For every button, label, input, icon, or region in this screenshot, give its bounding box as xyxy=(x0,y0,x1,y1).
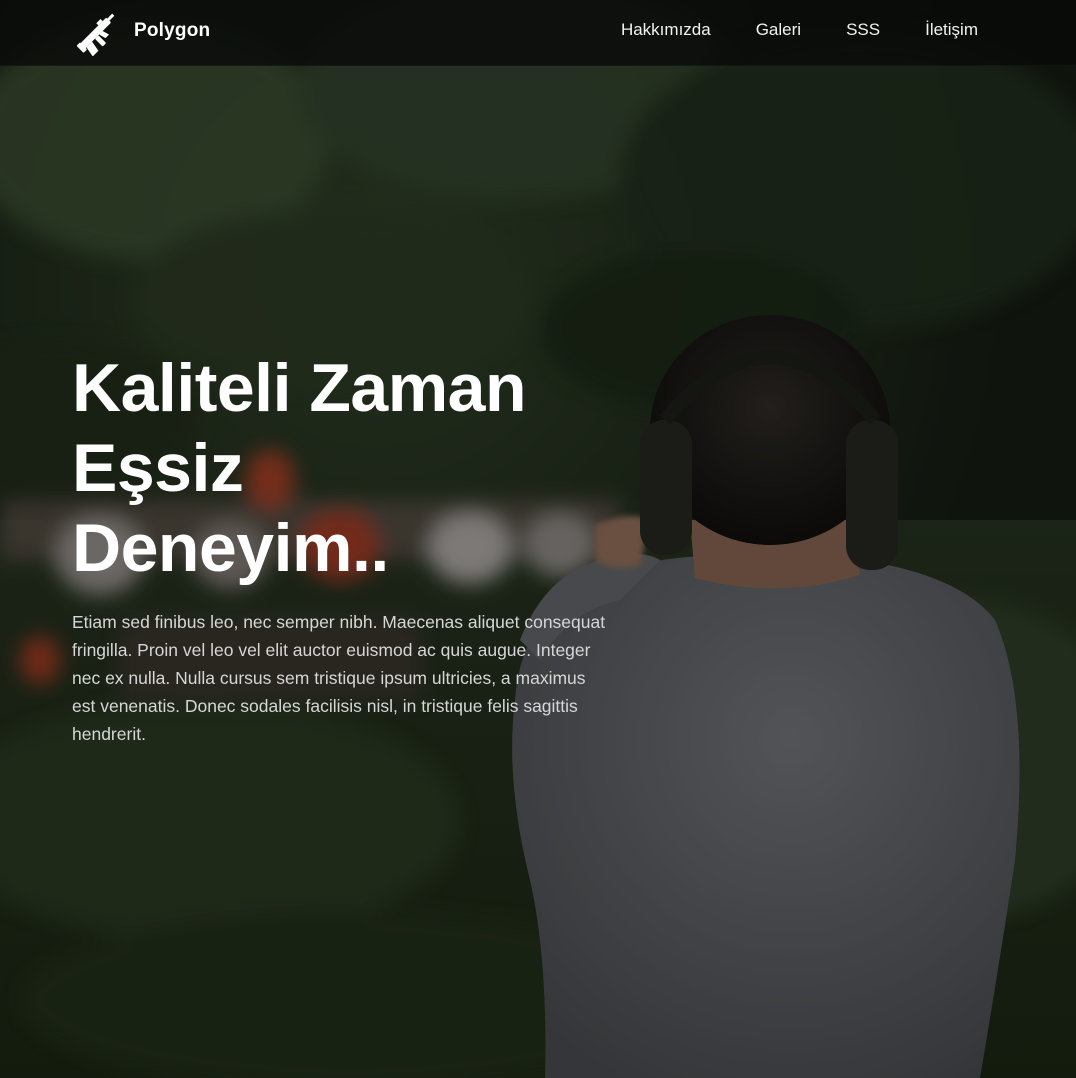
rifle-icon xyxy=(76,13,115,56)
hero-title-line-1: Kaliteli Zaman xyxy=(72,350,527,426)
brand-logo-link[interactable]: Polygon xyxy=(72,5,210,57)
nav-item-galeri[interactable]: Galeri xyxy=(756,20,801,40)
nav-item-hakkimizda[interactable]: Hakkımızda xyxy=(621,20,711,40)
hero-description: Etiam sed finibus leo, nec semper nibh. … xyxy=(72,612,606,744)
hero-title-line-3: Deneyim.. xyxy=(72,510,389,586)
landing-page: Polygon Hakkımızda Galeri SSS İletişim K… xyxy=(0,0,1076,1078)
hero-section: Kaliteli Zaman Eşsiz Deneyim.. Etiam sed… xyxy=(72,348,632,748)
nav-item-sss[interactable]: SSS xyxy=(846,20,880,40)
nav-item-iletisim[interactable]: İletişim xyxy=(925,20,978,40)
main-nav: Hakkımızda Galeri SSS İletişim xyxy=(621,0,978,60)
hero-title: Kaliteli Zaman Eşsiz Deneyim.. xyxy=(72,348,632,588)
top-navbar: Polygon Hakkımızda Galeri SSS İletişim xyxy=(0,0,1076,66)
brand-name: Polygon xyxy=(134,20,211,41)
hero-title-line-2: Eşsiz xyxy=(72,430,244,506)
